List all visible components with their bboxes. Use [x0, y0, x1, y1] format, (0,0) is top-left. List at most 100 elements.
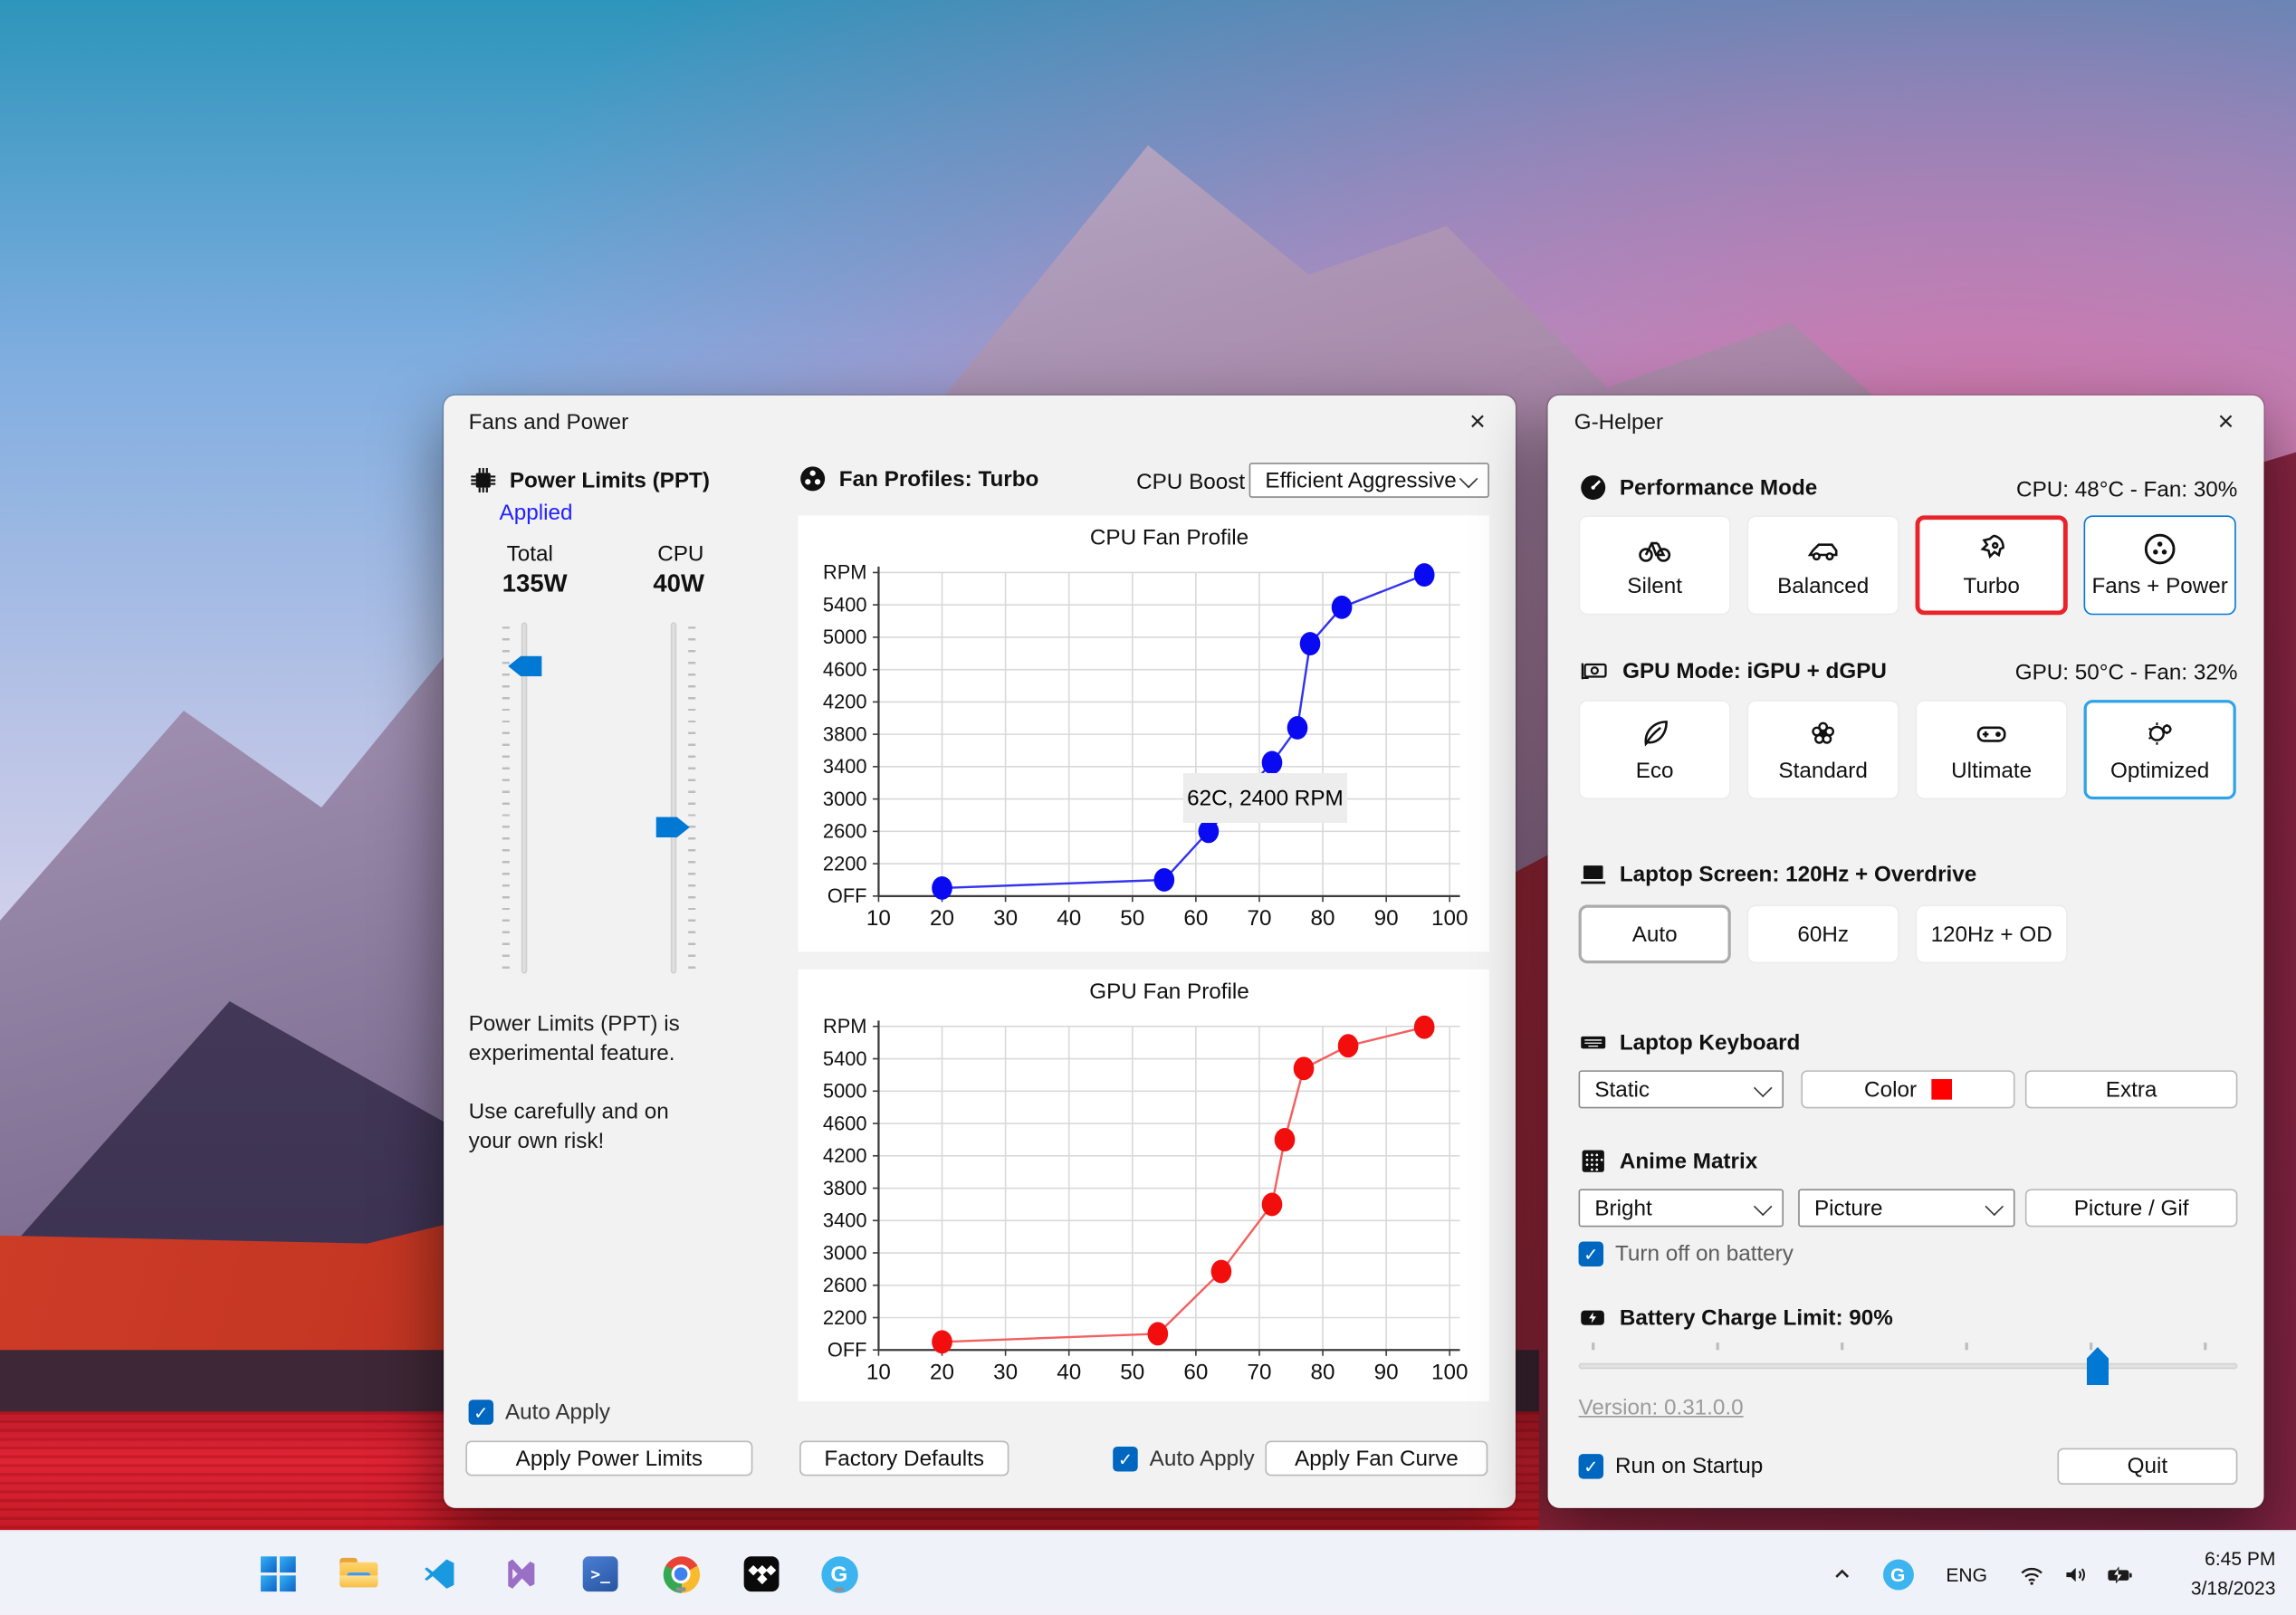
cpu-fan-chart[interactable]: CPU Fan Profile OFF 2200 2600 3000 3400 3800 42… [798, 515, 1489, 952]
tray-language[interactable]: ENG [1940, 1552, 1993, 1596]
matrix-picture-gif-button[interactable]: Picture / Gif [2024, 1189, 2238, 1228]
svg-text:70: 70 [1247, 906, 1271, 931]
car-icon [1807, 543, 1838, 561]
keyboard-mode-value: Static [1594, 1076, 1650, 1103]
screen-card-label: 60Hz [1797, 922, 1849, 947]
keyboard-mode-select[interactable]: Static [1578, 1070, 1784, 1109]
svg-text:50: 50 [1120, 906, 1144, 931]
gpu-card-eco[interactable]: Eco [1578, 700, 1731, 800]
svg-text:50: 50 [1120, 1361, 1144, 1385]
power-auto-apply-label: Auto Apply [505, 1400, 611, 1425]
factory-defaults-button[interactable]: Factory Defaults [799, 1440, 1009, 1476]
tray-volume[interactable] [2053, 1552, 2098, 1596]
applied-status[interactable]: Applied [500, 501, 573, 525]
quit-button[interactable]: Quit [2057, 1448, 2238, 1486]
ppt-note-1: Power Limits (PPT) is experimental featu… [468, 1011, 680, 1066]
chevron-up-icon [1835, 1569, 1850, 1578]
tray-chevron-up[interactable] [1820, 1552, 1864, 1596]
tidal-icon [743, 1556, 780, 1592]
cpu-slider-track[interactable] [670, 622, 677, 974]
leaf-icon [1644, 721, 1668, 747]
tray-g-helper[interactable]: G [1876, 1552, 1920, 1596]
keyboard-icon [1581, 1036, 1606, 1049]
svg-text:RPM: RPM [823, 561, 867, 584]
svg-text:2200: 2200 [823, 1306, 867, 1329]
svg-text:30: 30 [993, 906, 1018, 931]
screen-card-auto[interactable]: Auto [1578, 904, 1731, 964]
tray-wifi[interactable] [2009, 1552, 2053, 1596]
gpu-card-optimized[interactable]: Optimized [2083, 700, 2236, 800]
performance-mode-header: Performance Mode [1579, 473, 1817, 502]
speaker-icon [2065, 1567, 2085, 1582]
battery-slider-handle[interactable] [2086, 1347, 2109, 1386]
svg-text:RPM: RPM [823, 1015, 867, 1037]
svg-text:30: 30 [993, 1361, 1018, 1385]
running-indicator [834, 1587, 845, 1592]
close-icon[interactable]: × [1457, 404, 1497, 442]
g-helper-button[interactable]: G [818, 1552, 862, 1596]
cpu-slider-handle[interactable] [655, 817, 690, 838]
matrix-mode-select[interactable]: Picture [1798, 1189, 2015, 1228]
mode-card-turbo[interactable]: Turbo [1915, 515, 2068, 616]
gpu-card-label: Ultimate [1951, 758, 2033, 784]
start-button[interactable] [256, 1552, 301, 1596]
svg-text:40: 40 [1057, 1361, 1081, 1385]
gpu-fan-chart[interactable]: GPU Fan Profile OFF 2200 2600 3000 3400 3800 42… [798, 969, 1489, 1401]
gpu-card-standard[interactable]: Standard [1746, 700, 1899, 800]
cpu-slider-ticks [688, 626, 696, 976]
apply-power-limits-button[interactable]: Apply Power Limits [465, 1440, 753, 1476]
matrix-brightness-select[interactable]: Bright [1578, 1189, 1784, 1228]
total-slider-handle[interactable] [508, 655, 542, 677]
tray-battery[interactable] [2097, 1552, 2141, 1596]
cpu-boost-select[interactable]: Efficient Aggressive [1248, 463, 1489, 498]
svg-text:GPU Fan Profile: GPU Fan Profile [1089, 980, 1249, 1004]
keyboard-color-button[interactable]: Color [1801, 1070, 2015, 1109]
mode-card-silent[interactable]: Silent [1578, 515, 1731, 616]
color-swatch [1931, 1079, 1952, 1100]
apply-fan-curve-button[interactable]: Apply Fan Curve [1265, 1440, 1488, 1476]
tray-clock[interactable]: 6:45 PM 3/18/2023 [2191, 1544, 2276, 1601]
chevron-down-icon [1753, 1077, 1773, 1097]
run-on-startup-checkbox[interactable]: ✓ [1578, 1454, 1604, 1479]
total-label: Total [506, 541, 553, 567]
gpu-card-ultimate[interactable]: Ultimate [1915, 700, 2068, 800]
svg-text:5400: 5400 [823, 593, 867, 616]
vscode-button[interactable] [417, 1552, 462, 1596]
terminal-button[interactable]: >_ [579, 1552, 623, 1596]
screen-card-60hz[interactable]: 60Hz [1746, 904, 1899, 964]
mode-card-label: Balanced [1777, 574, 1870, 599]
svg-text:80: 80 [1311, 906, 1335, 931]
keyboard-extra-button[interactable]: Extra [2024, 1070, 2238, 1109]
gpu-mode-header: GPU Mode: iGPU + dGPU [1579, 656, 1887, 685]
gauge-icon [1581, 475, 1606, 501]
tidal-button[interactable] [740, 1552, 784, 1596]
battery-bolt-icon [1581, 1310, 1604, 1325]
battery-slider-track[interactable] [1578, 1362, 2238, 1370]
screen-card-120hz-od[interactable]: 120Hz + OD [1915, 904, 2068, 964]
gamepad-icon [1976, 726, 2006, 742]
chevron-down-icon [1985, 1196, 2004, 1216]
matrix-brightness-value: Bright [1594, 1195, 1652, 1221]
gpu-mode-title: GPU Mode: iGPU + dGPU [1622, 658, 1887, 683]
visual-studio-icon [508, 1559, 535, 1589]
power-auto-apply-checkbox[interactable]: ✓ [468, 1400, 494, 1425]
svg-text:60: 60 [1183, 906, 1208, 931]
power-auto-apply-row: ✓ Auto Apply [468, 1400, 611, 1425]
svg-text:10: 10 [866, 1361, 891, 1385]
mode-card-balanced[interactable]: Balanced [1746, 515, 1899, 616]
close-icon[interactable]: × [2205, 404, 2246, 442]
battery-limit-header: Battery Charge Limit: 90% [1579, 1303, 1893, 1332]
mode-card-label: Fans + Power [2091, 574, 2228, 599]
mode-card-fans-power[interactable]: Fans + Power [2083, 515, 2236, 616]
window-title: Fans and Power [468, 409, 629, 435]
file-explorer-button[interactable] [337, 1552, 381, 1596]
visual-studio-button[interactable] [498, 1552, 542, 1596]
svg-text:5000: 5000 [823, 1080, 867, 1103]
fan-auto-apply-checkbox[interactable]: ✓ [1113, 1446, 1138, 1472]
ppt-note-2: Use carefully and on your own risk! [468, 1099, 669, 1154]
version-link[interactable]: Version: 0.31.0.0 [1579, 1395, 1744, 1419]
anime-matrix-title: Anime Matrix [1619, 1148, 1758, 1174]
power-limits-header: Power Limits (PPT) [469, 465, 710, 494]
chrome-button[interactable] [659, 1552, 703, 1596]
turn-off-on-battery-checkbox[interactable]: ✓ [1578, 1241, 1604, 1267]
